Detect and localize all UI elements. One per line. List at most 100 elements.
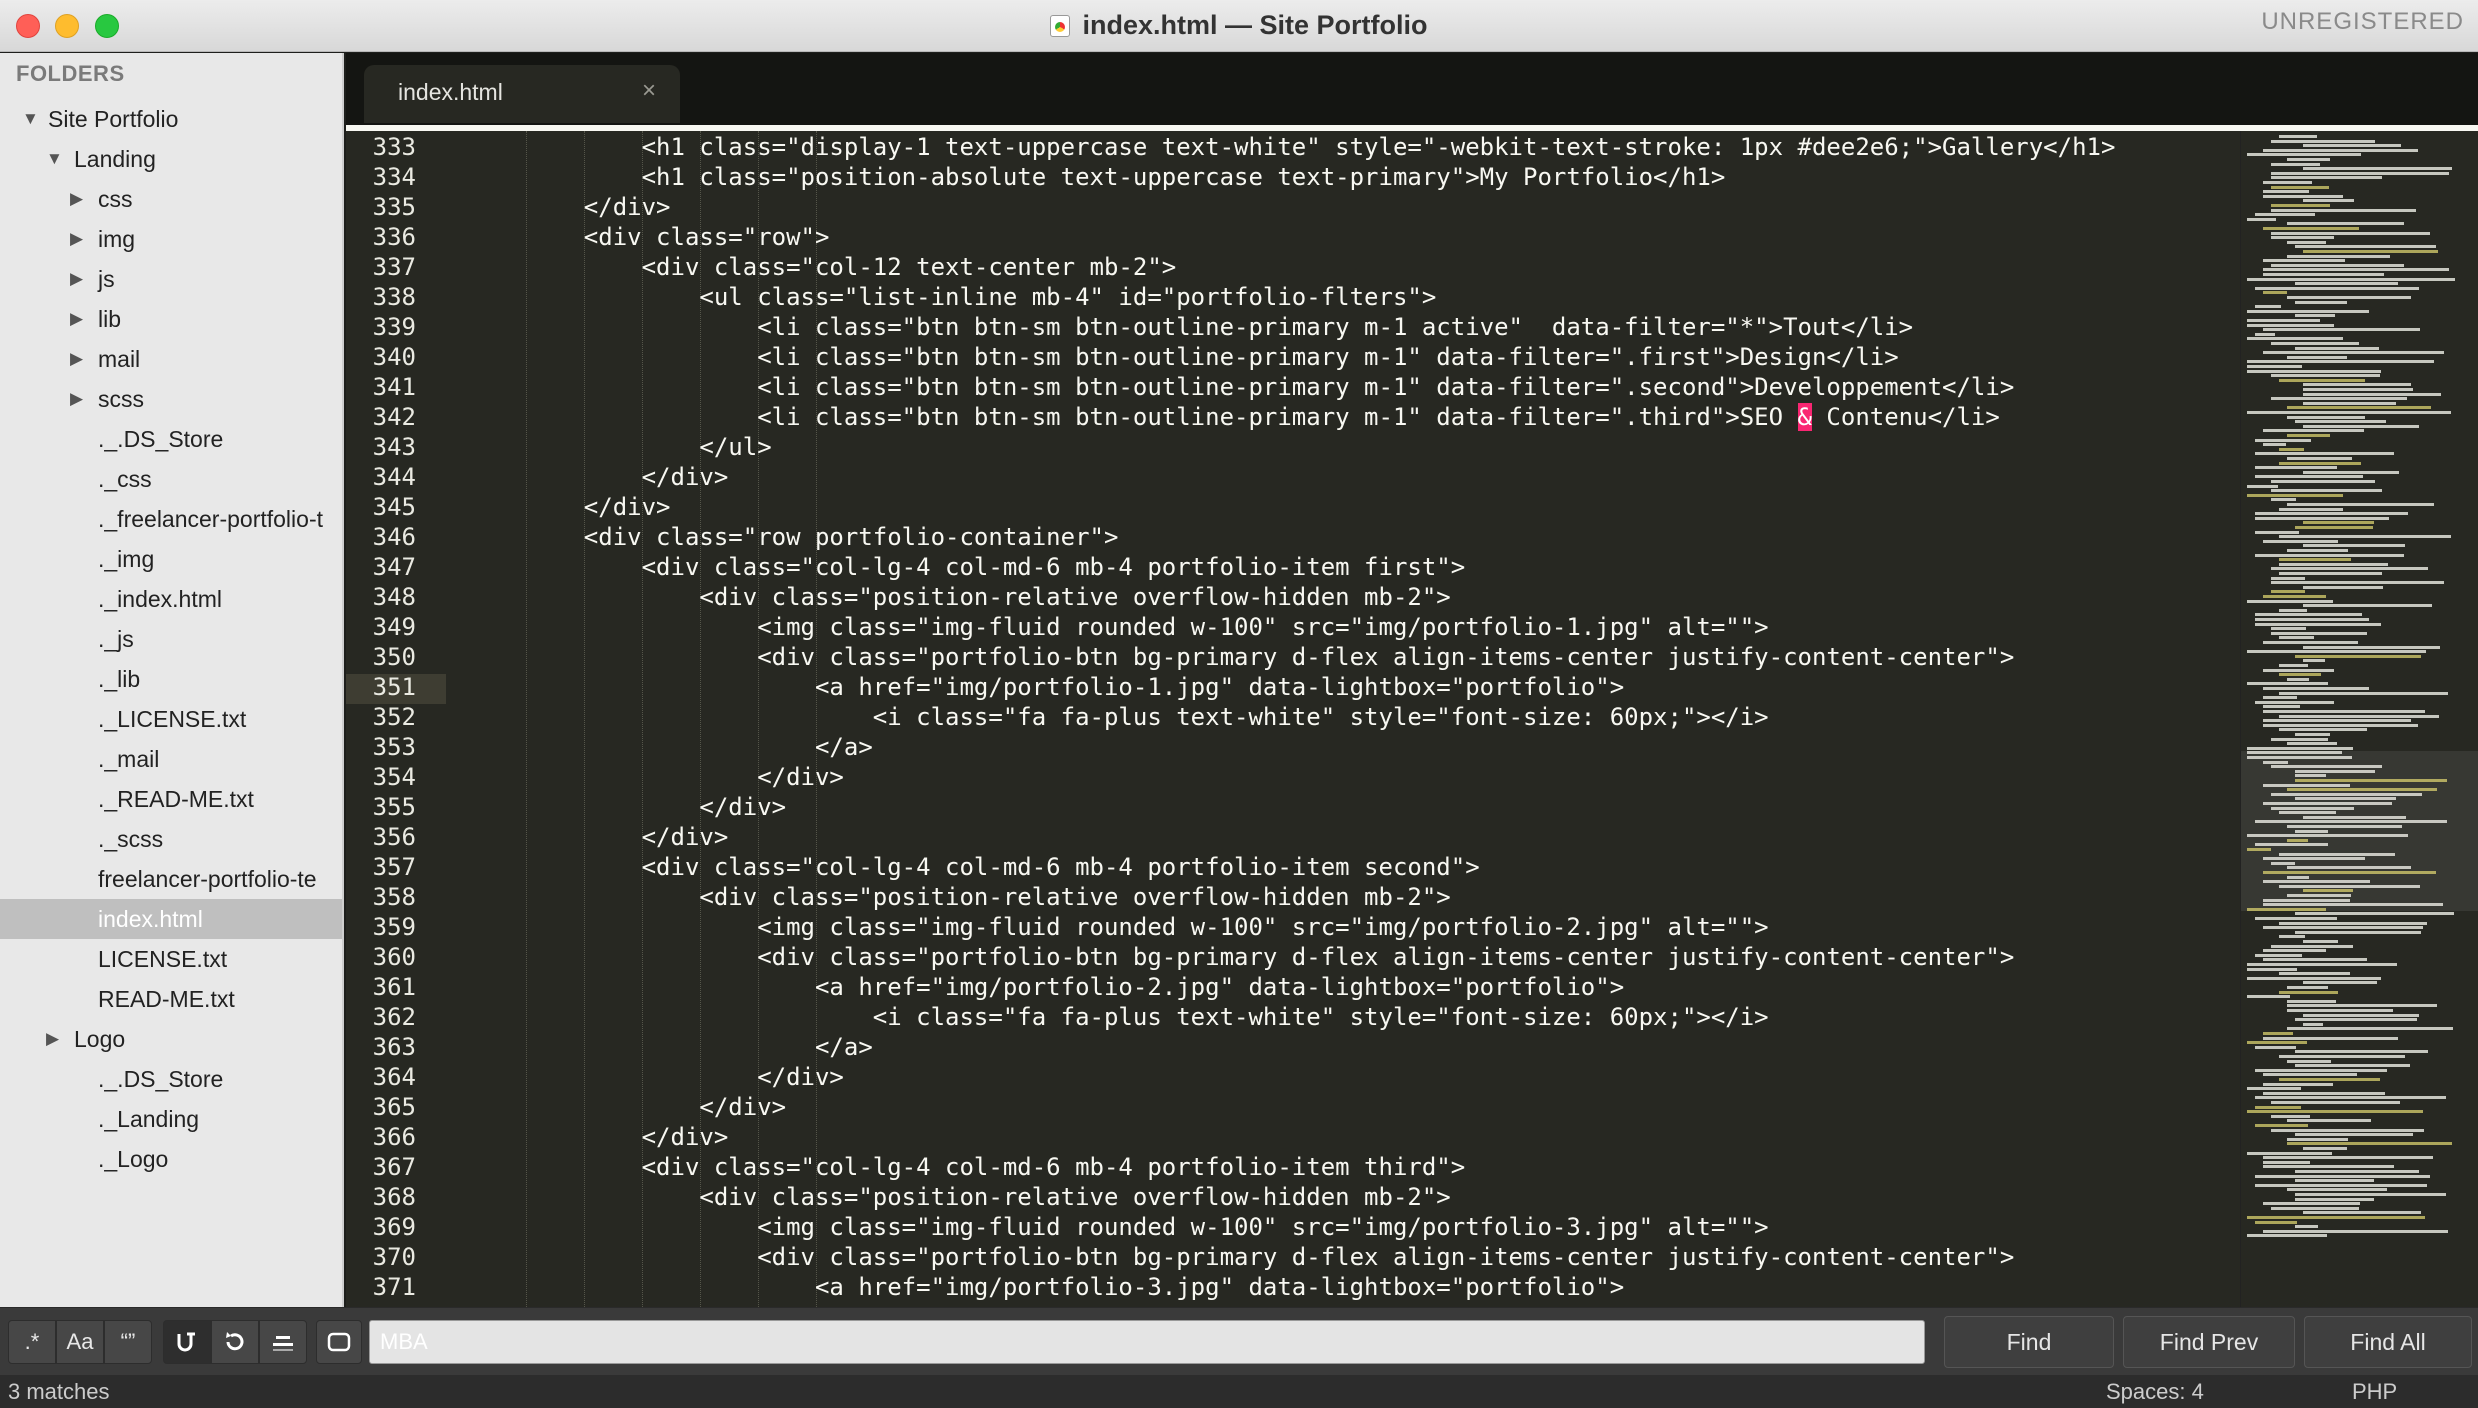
code-area[interactable]: <h1 class="display-1 text-uppercase text… [456,131,2238,1307]
case-sensitive-toggle[interactable]: Aa [56,1320,104,1364]
sidebar-item[interactable]: ▶ js [0,259,342,299]
whole-word-toggle[interactable]: “” [104,1320,152,1364]
code-line[interactable]: <div class="portfolio-btn bg-primary d-f… [526,1243,2014,1271]
code-line[interactable]: <div class="row"> [526,223,830,251]
minimap-line [2279,572,2382,575]
code-line[interactable]: </div> [526,1123,729,1151]
indentation-setting[interactable]: Spaces: 4 [2106,1379,2204,1405]
sidebar-item[interactable]: ._freelancer-portfolio-t [0,499,342,539]
code-line[interactable]: <div class="col-lg-4 col-md-6 mb-4 portf… [526,853,1480,881]
code-line[interactable]: <li class="btn btn-sm btn-outline-primar… [526,313,1913,341]
disclosure-collapsed-icon[interactable]: ▶ [70,379,83,419]
show-context-toggle[interactable] [316,1320,362,1364]
code-line[interactable]: <div class="col-12 text-center mb-2"> [526,253,1177,281]
syntax-selector[interactable]: PHP [2352,1379,2397,1405]
sidebar-item[interactable]: ▶ Logo [0,1019,342,1059]
sidebar-item-label: ._READ-ME.txt [98,786,254,812]
sidebar-item[interactable]: ._Landing [0,1099,342,1139]
code-line[interactable]: </div> [526,823,729,851]
sidebar-item[interactable]: ._.DS_Store [0,1059,342,1099]
sidebar-item[interactable]: ▶ img [0,219,342,259]
code-line[interactable]: </div> [526,1063,844,1091]
minimap-line [2247,1110,2423,1114]
code-line[interactable]: <div class="col-lg-4 col-md-6 mb-4 portf… [526,1153,1466,1181]
code-line[interactable]: <i class="fa fa-plus text-white" style="… [526,703,1769,731]
sidebar-item[interactable]: freelancer-portfolio-te [0,859,342,899]
disclosure-collapsed-icon[interactable]: ▶ [70,339,83,379]
code-line[interactable]: </div> [526,1093,786,1121]
sidebar-item[interactable]: ._.DS_Store [0,419,342,459]
regex-toggle[interactable]: .* [8,1320,56,1364]
disclosure-expanded-icon[interactable]: ▼ [46,139,63,179]
code-line[interactable]: <div class="col-lg-4 col-md-6 mb-4 portf… [526,553,1466,581]
code-line[interactable]: <div class="position-relative overflow-h… [526,583,1450,611]
disclosure-collapsed-icon[interactable]: ▶ [70,219,83,259]
sidebar-item-label: READ-ME.txt [98,986,235,1012]
tab-index-html[interactable]: index.html × [364,65,680,123]
sidebar-item[interactable]: LICENSE.txt [0,939,342,979]
sidebar-item[interactable]: ._css [0,459,342,499]
code-line[interactable]: <i class="fa fa-plus text-white" style="… [526,1003,1769,1031]
code-line[interactable]: </a> [526,1033,873,1061]
code-line[interactable]: <h1 class="position-absolute text-upperc… [526,163,1726,191]
sidebar-item[interactable]: ._READ-ME.txt [0,779,342,819]
find-input[interactable] [369,1320,1925,1364]
code-line[interactable]: <img class="img-fluid rounded w-100" src… [526,913,1768,941]
sidebar-item[interactable]: index.html [0,899,342,939]
code-line[interactable]: <div class="row portfolio-container"> [526,523,1119,551]
sidebar-item[interactable]: ._img [0,539,342,579]
sidebar-item[interactable]: ▶ scss [0,379,342,419]
sidebar-item[interactable]: ._js [0,619,342,659]
sidebar-item[interactable]: ._index.html [0,579,342,619]
minimap-line [2263,641,2358,644]
find-button[interactable]: Find [1944,1316,2114,1368]
minimap[interactable] [2240,131,2478,1307]
code-line[interactable]: <li class="btn btn-sm btn-outline-primar… [526,373,2014,401]
sidebar-item[interactable]: ._scss [0,819,342,859]
code-line[interactable]: <div class="portfolio-btn bg-primary d-f… [526,943,2014,971]
disclosure-collapsed-icon[interactable]: ▶ [46,1019,59,1059]
code-line[interactable]: </a> [526,733,873,761]
disclosure-collapsed-icon[interactable]: ▶ [70,179,83,219]
sidebar-item[interactable]: ▶ mail [0,339,342,379]
code-line[interactable]: <a href="img/portfolio-2.jpg" data-light… [526,973,1624,1001]
code-line[interactable]: <div class="position-relative overflow-h… [526,1183,1450,1211]
tab-close-icon[interactable]: × [642,77,656,105]
code-line[interactable]: <li class="btn btn-sm btn-outline-primar… [526,343,1899,371]
disclosure-collapsed-icon[interactable]: ▶ [70,299,83,339]
code-line[interactable]: <img class="img-fluid rounded w-100" src… [526,1213,1768,1241]
sidebar-item[interactable]: ▶ css [0,179,342,219]
disclosure-expanded-icon[interactable]: ▼ [22,99,39,139]
code-line[interactable]: </div> [526,793,786,821]
code-line[interactable]: </div> [526,193,671,221]
code-line[interactable]: <h1 class="display-1 text-uppercase text… [526,133,2116,161]
code-line[interactable]: <li class="btn btn-sm btn-outline-primar… [526,403,2000,431]
sidebar-item[interactable]: ._mail [0,739,342,779]
wrap-toggle[interactable] [163,1320,211,1364]
code-line[interactable]: <a href="img/portfolio-3.jpg" data-light… [526,1273,1624,1301]
disclosure-collapsed-icon[interactable]: ▶ [70,259,83,299]
code-line[interactable]: <div class="position-relative overflow-h… [526,883,1450,911]
sidebar-item[interactable]: READ-ME.txt [0,979,342,1019]
sidebar-item[interactable]: ▼ Landing [0,139,342,179]
sidebar-item[interactable]: ._LICENSE.txt [0,699,342,739]
sidebar-item[interactable]: ._Logo [0,1139,342,1179]
code-line[interactable]: </ul> [526,433,771,461]
code-line[interactable]: </div> [526,493,671,521]
code-line[interactable]: <a href="img/portfolio-1.jpg" data-light… [526,673,1624,701]
code-line[interactable]: <div class="portfolio-btn bg-primary d-f… [526,643,2014,671]
sidebar-item[interactable]: ▶ lib [0,299,342,339]
code-editor[interactable]: 333 334 335 336 337 338 339 340 341 342 343 344 345 3… [346,125,2478,1307]
sidebar-item[interactable]: ._lib [0,659,342,699]
code-line[interactable]: </div> [526,463,729,491]
find-all-button[interactable]: Find All [2304,1316,2472,1368]
code-line[interactable]: </div> [526,763,844,791]
minimap-line [2247,365,2302,368]
in-selection-toggle[interactable] [211,1320,259,1364]
code-line[interactable]: <img class="img-fluid rounded w-100" src… [526,613,1768,641]
code-line[interactable]: <ul class="list-inline mb-4" id="portfol… [526,283,1436,311]
highlight-matches-toggle[interactable] [259,1320,307,1364]
find-prev-button[interactable]: Find Prev [2123,1316,2295,1368]
line-number: 363 [372,1033,416,1061]
sidebar-item[interactable]: ▼ Site Portfolio [0,99,342,139]
